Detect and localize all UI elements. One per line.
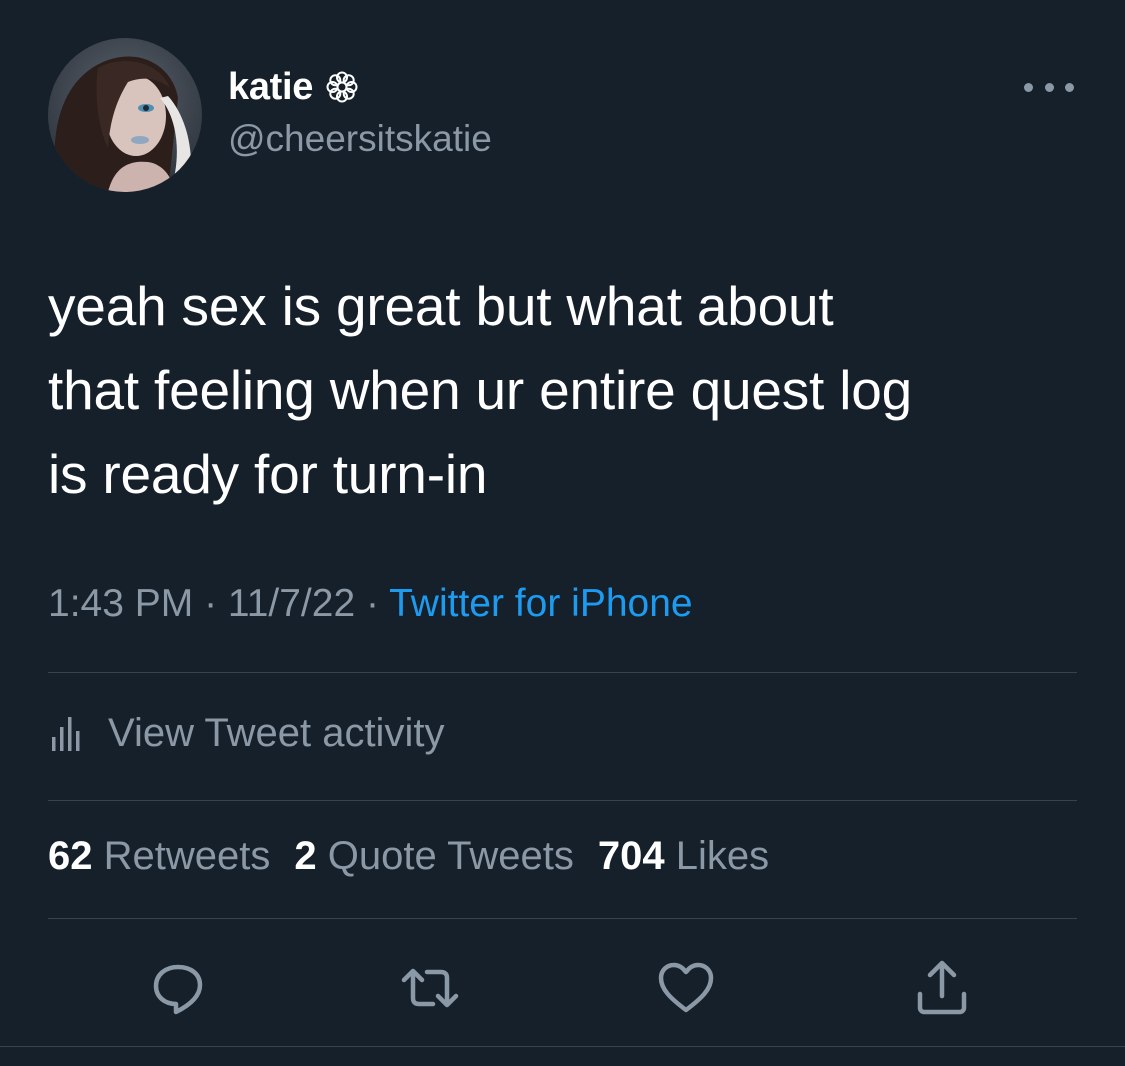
author-name-row[interactable]: katie [228,62,359,112]
quotes-count: 2 [294,834,317,878]
retweet-button[interactable] [400,958,460,1018]
likes-stat[interactable]: 704 Likes [598,834,769,878]
meta-separator: · [355,582,390,625]
like-icon [658,962,714,1013]
divider [48,800,1077,801]
likes-count: 704 [597,834,665,878]
username-handle[interactable]: @cheersitskatie [228,118,492,160]
tweet-date[interactable]: 11/7/22 [228,582,355,625]
share-button[interactable] [912,958,972,1018]
meta-separator: · [193,582,228,625]
more-dot-icon [1044,82,1054,92]
retweets-count: 62 [48,834,93,878]
divider [48,672,1077,673]
like-button[interactable] [656,958,716,1018]
divider [0,1046,1125,1047]
activity-label: View Tweet activity [108,710,445,755]
quotes-stat[interactable]: 2 Quote Tweets [294,834,573,878]
tweet-stats: 62 Retweets 2 Quote Tweets 704 Likes [48,834,769,879]
retweets-label: Retweets [103,834,271,878]
tweet-meta: 1:43 PM · 11/7/22 · Twitter for iPhone [48,582,693,626]
tweet-text: yeah sex is great but what about that fe… [48,275,913,505]
share-icon [917,960,967,1015]
divider [48,918,1077,919]
analytics-icon [52,717,80,751]
tweet-source-link[interactable]: Twitter for iPhone [389,582,692,625]
tweet-time[interactable]: 1:43 PM [48,582,193,625]
more-dot-icon [1024,82,1033,92]
reply-button[interactable] [148,958,208,1018]
retweet-icon [401,968,459,1008]
more-options-button[interactable] [1024,72,1074,102]
more-dot-icon [1065,82,1074,92]
retweets-stat[interactable]: 62 Retweets [48,834,270,878]
likes-label: Likes [675,834,770,878]
tweet-detail: katie @cheersitskatie yeah sex is great … [0,0,1125,1066]
view-tweet-activity-button[interactable]: View Tweet activity [48,705,444,761]
reply-icon [153,964,203,1015]
flower-icon [325,70,359,104]
quotes-label: Quote Tweets [327,834,574,878]
avatar[interactable] [48,38,202,192]
display-name[interactable]: katie [228,66,313,109]
